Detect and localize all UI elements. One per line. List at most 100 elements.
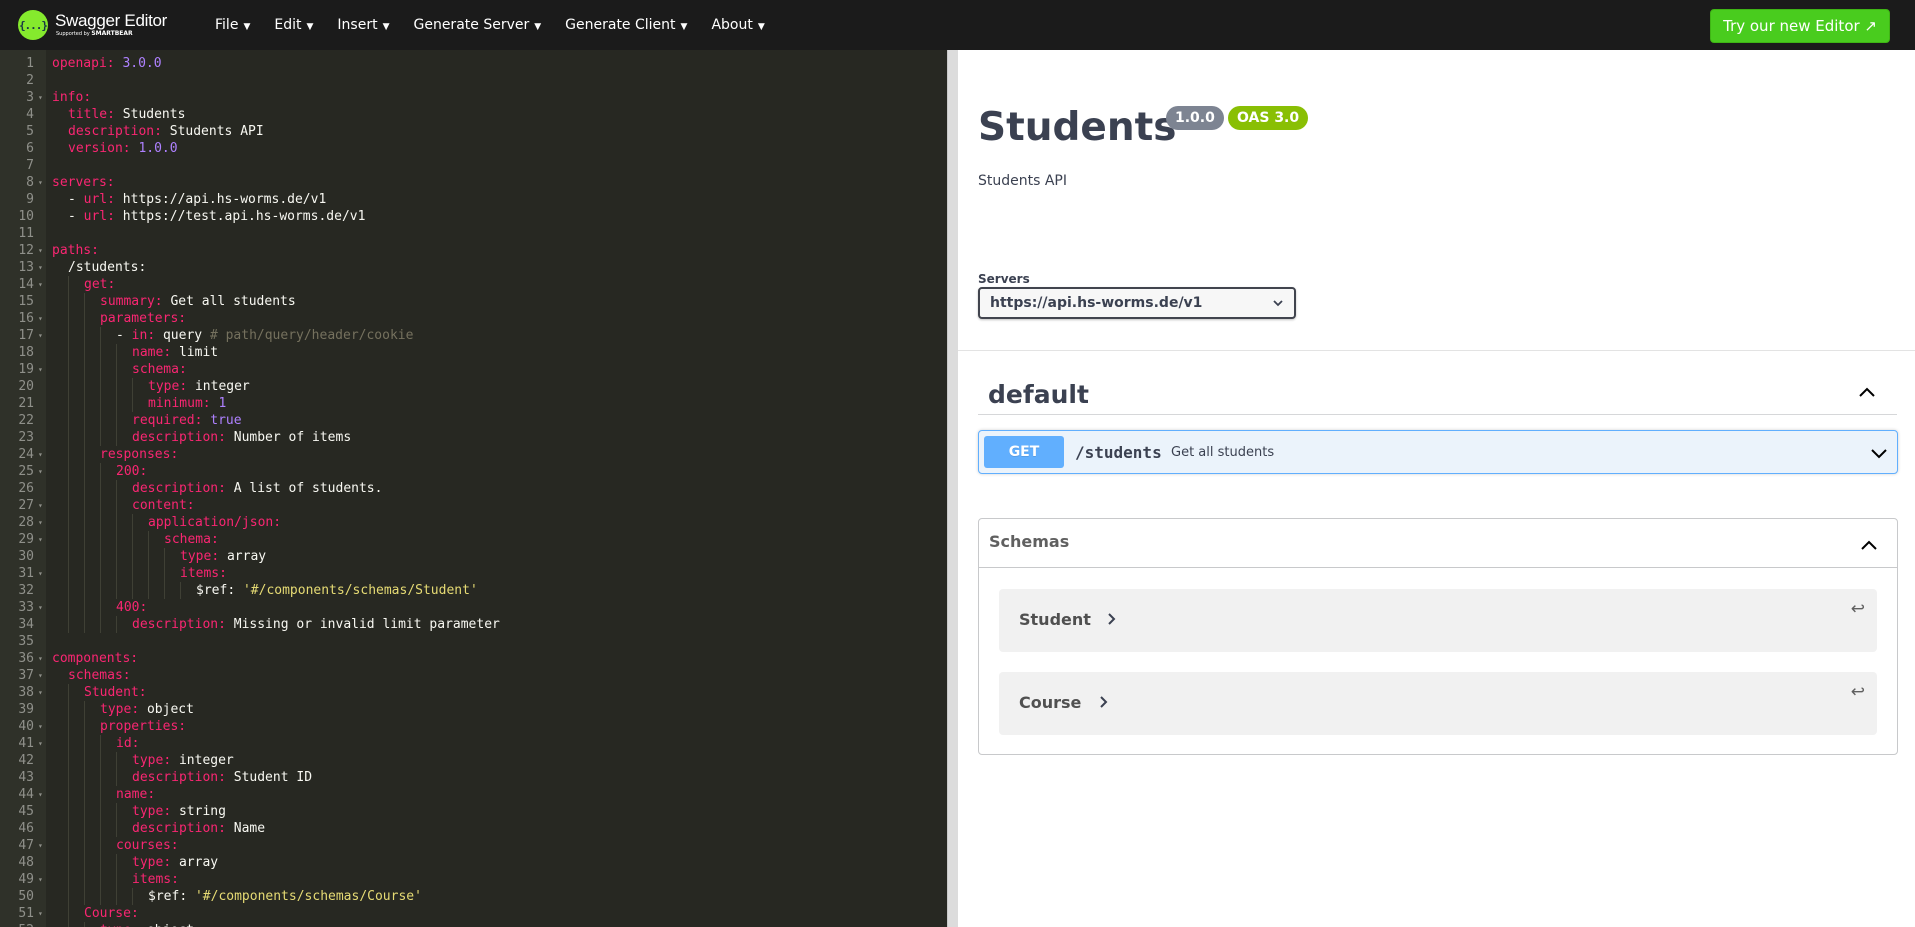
code-line[interactable]: 9 - url: https://api.hs-worms.de/v1 <box>0 191 947 208</box>
code-line[interactable]: 36 ▾ components: <box>0 650 947 667</box>
code-line[interactable]: 19 ▾ schema: <box>0 361 947 378</box>
chevron-right-icon[interactable] <box>1107 611 1117 631</box>
try-new-editor-button[interactable]: Try our new Editor ↗ <box>1710 9 1890 43</box>
fold-toggle-icon[interactable]: ▾ <box>38 514 43 531</box>
chevron-up-icon[interactable] <box>1857 382 1877 406</box>
fold-toggle-icon[interactable]: ▾ <box>38 565 43 582</box>
chevron-right-icon[interactable] <box>1099 694 1109 714</box>
code-line[interactable]: 5 description: Students API <box>0 123 947 140</box>
fold-toggle-icon[interactable]: ▾ <box>38 361 43 378</box>
code-line[interactable]: 30 type: array <box>0 548 947 565</box>
code-line[interactable]: 51 ▾ Course: <box>0 905 947 922</box>
code-line[interactable]: 52 type: object <box>0 922 947 927</box>
code-line[interactable]: 33 ▾ 400: <box>0 599 947 616</box>
code-line[interactable]: 49 ▾ items: <box>0 871 947 888</box>
code-line[interactable]: 4 title: Students <box>0 106 947 123</box>
code-line[interactable]: 26 description: A list of students. <box>0 480 947 497</box>
code-line[interactable]: 28 ▾ application/json: <box>0 514 947 531</box>
code-line[interactable]: 6 version: 1.0.0 <box>0 140 947 157</box>
menu-insert[interactable]: Insert ▼ <box>325 17 401 33</box>
fold-toggle-icon[interactable]: ▾ <box>38 174 43 191</box>
fold-toggle-icon[interactable]: ▾ <box>38 446 43 463</box>
menu-edit[interactable]: Edit ▼ <box>262 17 325 33</box>
code-line[interactable]: 45 type: string <box>0 803 947 820</box>
code-line[interactable]: 8 ▾ servers: <box>0 174 947 191</box>
code-line[interactable]: 24 ▾ responses: <box>0 446 947 463</box>
fold-toggle-icon[interactable]: ▾ <box>38 242 43 259</box>
code-line[interactable]: 43 description: Student ID <box>0 769 947 786</box>
code-line[interactable]: 1 openapi: 3.0.0 <box>0 55 947 72</box>
fold-toggle-icon[interactable]: ▾ <box>38 89 43 106</box>
fold-toggle-icon[interactable]: ▾ <box>38 310 43 327</box>
schema-model-student[interactable]: Student ↩ <box>999 589 1877 652</box>
code-line[interactable]: 21 minimum: 1 <box>0 395 947 412</box>
fold-toggle-icon[interactable]: ▾ <box>38 718 43 735</box>
fold-toggle-icon[interactable]: ▾ <box>38 531 43 548</box>
schema-model-course[interactable]: Course ↩ <box>999 672 1877 735</box>
tag-section-header[interactable]: default <box>978 370 1897 415</box>
code-line[interactable]: 37 ▾ schemas: <box>0 667 947 684</box>
code-line[interactable]: 25 ▾ 200: <box>0 463 947 480</box>
indent-guide <box>132 548 148 565</box>
fold-toggle-icon[interactable]: ▾ <box>38 599 43 616</box>
fold-toggle-icon[interactable]: ▾ <box>38 327 43 344</box>
chevron-down-icon[interactable] <box>1869 443 1889 467</box>
menu-about[interactable]: About ▼ <box>699 17 776 33</box>
code-line[interactable]: 2 <box>0 72 947 89</box>
code-line[interactable]: 7 <box>0 157 947 174</box>
menu-generate-server[interactable]: Generate Server ▼ <box>401 17 553 33</box>
yaml-editor[interactable]: 1 openapi: 3.0.0 2 3 ▾ info: 4 title: Students 5… <box>0 50 947 927</box>
code-line[interactable]: 16 ▾ parameters: <box>0 310 947 327</box>
fold-toggle-icon[interactable]: ▾ <box>38 735 43 752</box>
code-line[interactable]: 10 - url: https://test.api.hs-worms.de/v1 <box>0 208 947 225</box>
code-line[interactable]: 38 ▾ Student: <box>0 684 947 701</box>
operation-get-students[interactable]: GET /students Get all students <box>978 430 1898 474</box>
code-line[interactable]: 32 $ref: '#/components/schemas/Student' <box>0 582 947 599</box>
code-line[interactable]: 48 type: array <box>0 854 947 871</box>
fold-toggle-icon[interactable]: ▾ <box>38 871 43 888</box>
code-line[interactable]: 41 ▾ id: <box>0 735 947 752</box>
code-line[interactable]: 23 description: Number of items <box>0 429 947 446</box>
code-line[interactable]: 27 ▾ content: <box>0 497 947 514</box>
fold-toggle-icon[interactable]: ▾ <box>38 905 43 922</box>
code-line[interactable]: 17 ▾ - in: query # path/query/header/cooki… <box>0 327 947 344</box>
code-line[interactable]: 3 ▾ info: <box>0 89 947 106</box>
fold-toggle-icon[interactable]: ▾ <box>38 497 43 514</box>
chevron-up-icon[interactable] <box>1859 535 1879 559</box>
servers-select[interactable]: https://api.hs-worms.de/v1 <box>978 287 1296 319</box>
fold-toggle-icon[interactable]: ▾ <box>38 786 43 803</box>
code-line[interactable]: 14 ▾ get: <box>0 276 947 293</box>
code-line[interactable]: 15 summary: Get all students <box>0 293 947 310</box>
code-line[interactable]: 39 type: object <box>0 701 947 718</box>
fold-toggle-icon[interactable]: ▾ <box>38 463 43 480</box>
code-line[interactable]: 12 ▾ paths: <box>0 242 947 259</box>
fold-toggle-icon[interactable]: ▾ <box>38 650 43 667</box>
fold-toggle-icon[interactable]: ▾ <box>38 684 43 701</box>
code-line[interactable]: 35 <box>0 633 947 650</box>
code-line[interactable]: 11 <box>0 225 947 242</box>
pane-splitter[interactable] <box>947 50 958 927</box>
brand[interactable]: {...} Swagger Editor Supported by SMARTB… <box>18 5 183 45</box>
code-line[interactable]: 42 type: integer <box>0 752 947 769</box>
jump-to-definition-icon[interactable]: ↩ <box>1851 682 1865 702</box>
code-line[interactable]: 47 ▾ courses: <box>0 837 947 854</box>
jump-to-definition-icon[interactable]: ↩ <box>1851 599 1865 619</box>
code-line[interactable]: 29 ▾ schema: <box>0 531 947 548</box>
code-line[interactable]: 13 ▾ /students: <box>0 259 947 276</box>
fold-toggle-icon[interactable]: ▾ <box>38 259 43 276</box>
code-line[interactable]: 22 required: true <box>0 412 947 429</box>
menu-file[interactable]: File ▼ <box>203 17 262 33</box>
code-line[interactable]: 18 name: limit <box>0 344 947 361</box>
code-line[interactable]: 20 type: integer <box>0 378 947 395</box>
code-line[interactable]: 50 $ref: '#/components/schemas/Course' <box>0 888 947 905</box>
code-line[interactable]: 46 description: Name <box>0 820 947 837</box>
schemas-header[interactable]: Schemas <box>979 519 1897 568</box>
code-line[interactable]: 40 ▾ properties: <box>0 718 947 735</box>
code-line[interactable]: 31 ▾ items: <box>0 565 947 582</box>
fold-toggle-icon[interactable]: ▾ <box>38 276 43 293</box>
code-line[interactable]: 34 description: Missing or invalid limit … <box>0 616 947 633</box>
fold-toggle-icon[interactable]: ▾ <box>38 667 43 684</box>
code-line[interactable]: 44 ▾ name: <box>0 786 947 803</box>
fold-toggle-icon[interactable]: ▾ <box>38 837 43 854</box>
menu-generate-client[interactable]: Generate Client ▼ <box>553 17 699 33</box>
